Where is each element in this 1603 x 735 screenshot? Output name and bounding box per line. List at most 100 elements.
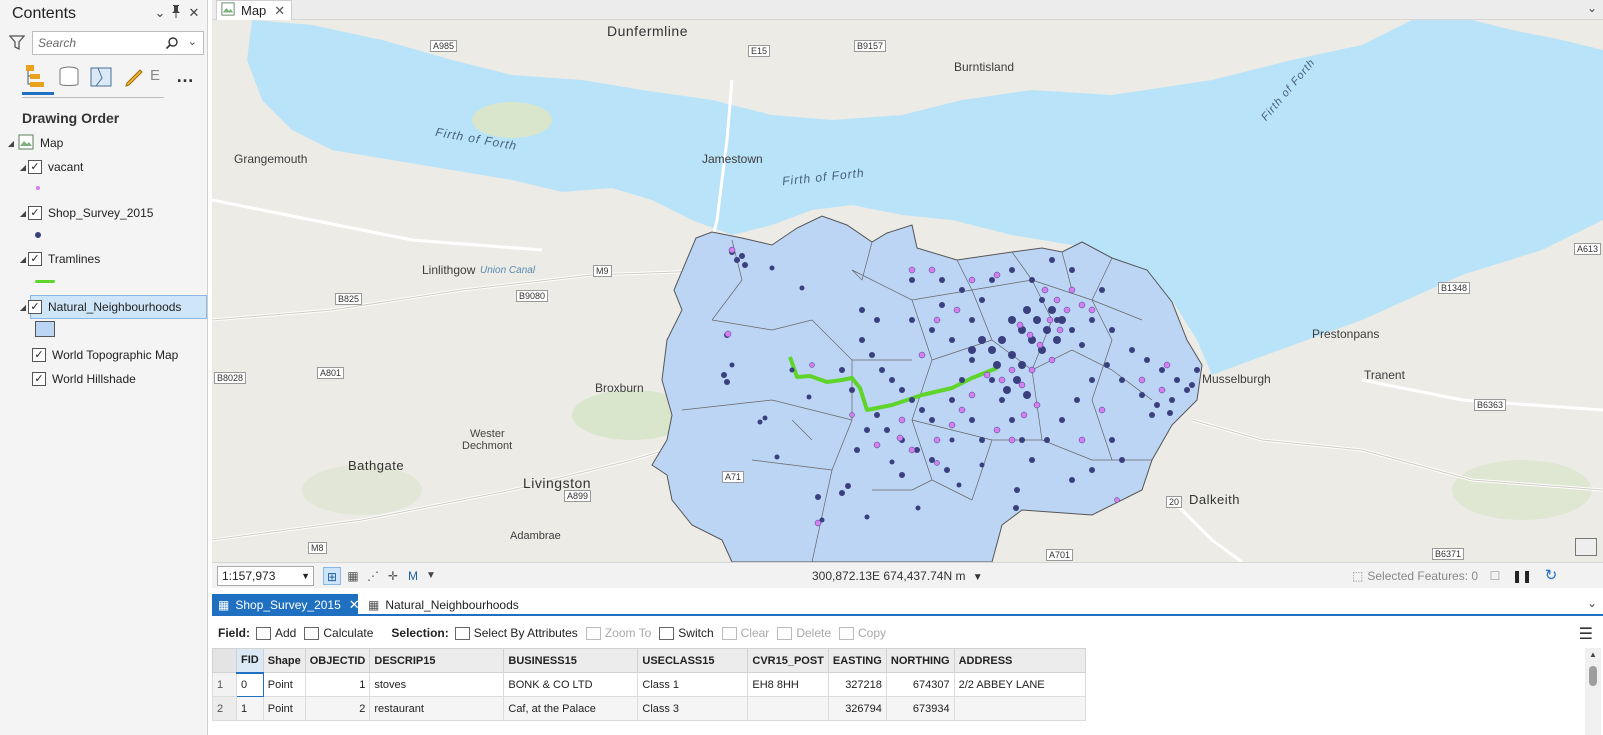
table-menu-icon[interactable]: ☰ — [1579, 624, 1593, 644]
refresh-icon[interactable]: ↻ — [1542, 567, 1560, 585]
cell-business15[interactable]: BONK & CO LTD — [503, 672, 639, 697]
switch-selection-button[interactable]: Switch — [659, 626, 714, 640]
navigation-mode-icon[interactable]: M — [404, 567, 422, 585]
layer-visibility-checkbox[interactable]: ✓ — [32, 372, 46, 386]
column-header[interactable]: EASTING — [827, 648, 887, 673]
toc-map-node[interactable]: ◢ Map — [6, 132, 63, 154]
zoom-to-button[interactable]: Zoom To — [585, 626, 651, 640]
cell-fid[interactable]: 0 — [236, 672, 264, 697]
grid-icon[interactable]: ▦ — [344, 567, 362, 585]
cell-useclass15[interactable]: Class 3 — [637, 696, 749, 721]
column-header[interactable]: Shape — [262, 648, 306, 673]
delete-button[interactable]: Delete — [777, 626, 831, 640]
cell-cvr15-post[interactable]: EH8 8HH — [747, 672, 829, 697]
drawing-order-tab-icon[interactable] — [22, 62, 54, 95]
column-header[interactable]: BUSINESS15 — [503, 648, 639, 673]
scroll-up-icon[interactable]: ▲ — [1589, 650, 1597, 659]
calculate-field-button[interactable]: Calculate — [304, 626, 373, 640]
pause-icon[interactable]: ❚❚ — [1512, 567, 1532, 585]
overview-toggle-icon[interactable] — [1575, 538, 1597, 556]
options-chevron-icon[interactable]: ⌄ — [152, 4, 168, 22]
cell-easting[interactable]: 326794 — [827, 696, 887, 721]
cell-shape[interactable]: Point — [262, 696, 306, 721]
filter-icon[interactable] — [8, 35, 26, 51]
cell-northing[interactable]: 674307 — [885, 672, 955, 697]
tab-natural-neighbourhoods-table[interactable]: ▦ Natural_Neighbourhoods — [362, 594, 532, 616]
search-icon[interactable] — [165, 36, 179, 53]
layer-visibility-checkbox[interactable]: ✓ — [32, 348, 46, 362]
clear-selection-button[interactable]: Clear — [721, 626, 769, 640]
copy-button[interactable]: Copy — [839, 626, 886, 640]
map-canvas[interactable] — [212, 20, 1603, 562]
column-header[interactable]: DESCRIP15 — [369, 648, 505, 673]
layer-row-vacant[interactable]: ◢ ✓ vacant — [18, 156, 83, 178]
more-options-icon[interactable]: … — [176, 66, 195, 87]
data-source-tab-icon[interactable] — [56, 62, 84, 94]
add-field-button[interactable]: Add — [256, 626, 296, 640]
snap-to-point-icon[interactable]: ✛ — [384, 567, 402, 585]
layer-row-natural-neighbourhoods[interactable]: ◢ ✓ Natural_Neighbourhoods — [18, 296, 181, 318]
layer-row-tramlines[interactable]: ◢ ✓ Tramlines — [18, 248, 100, 270]
layer-row-world-topographic[interactable]: ✓ World Topographic Map — [32, 344, 178, 366]
cell-address[interactable]: 2/2 ABBEY LANE — [953, 672, 1086, 697]
snapping-icon[interactable]: ⊞ — [323, 567, 341, 585]
column-header[interactable]: NORTHING — [885, 648, 955, 673]
pin-icon[interactable] — [168, 4, 184, 22]
cell-shape[interactable]: Point — [262, 672, 306, 697]
close-icon[interactable]: ✕ — [186, 4, 202, 22]
search-input[interactable] — [33, 32, 153, 54]
close-tab-icon[interactable]: ✕ — [274, 3, 285, 19]
layer-visibility-checkbox[interactable]: ✓ — [28, 300, 42, 314]
layer-visibility-checkbox[interactable]: ✓ — [28, 160, 42, 174]
collapse-triangle-icon[interactable]: ◢ — [6, 139, 16, 148]
tab-map[interactable]: Map ✕ — [216, 0, 292, 20]
map-view[interactable]: Dunfermline Burntisland Grangemouth Jame… — [212, 20, 1603, 562]
selected-features-count[interactable]: ⬚ Selected Features: 0 — [1352, 569, 1478, 583]
cell-fid[interactable]: 1 — [236, 696, 264, 721]
cell-objectid[interactable]: 1 — [304, 672, 371, 697]
cell-business15[interactable]: Caf, at the Palace — [503, 696, 639, 721]
chevron-down-icon[interactable]: ▼ — [973, 572, 983, 583]
select-all-corner[interactable] — [212, 648, 237, 673]
tab-shop-survey-table[interactable]: ▦ Shop_Survey_2015 ✕ — [212, 594, 360, 616]
constraints-icon[interactable]: ⋰ — [364, 567, 382, 585]
cell-objectid[interactable]: 2 — [304, 696, 371, 721]
scale-selector[interactable]: 1:157,973 ▼ — [217, 566, 314, 586]
cell-cvr15-post[interactable] — [747, 696, 829, 721]
collapse-triangle-icon[interactable]: ◢ — [18, 255, 28, 264]
cell-useclass15[interactable]: Class 1 — [637, 672, 749, 697]
layer-row-shop-survey[interactable]: ◢ ✓ Shop_Survey_2015 — [18, 202, 153, 224]
scrollbar-thumb[interactable] — [1589, 666, 1597, 686]
column-header[interactable]: FID — [236, 648, 264, 674]
search-options-chevron-icon[interactable]: ⌄ — [188, 35, 197, 48]
cell-address[interactable] — [953, 696, 1086, 721]
cell-easting[interactable]: 327218 — [827, 672, 887, 697]
editing-tab-icon[interactable] — [120, 62, 148, 94]
collapse-triangle-icon[interactable]: ◢ — [18, 209, 28, 218]
column-header[interactable]: OBJECTID — [304, 648, 371, 673]
layer-visibility-checkbox[interactable]: ✓ — [28, 252, 42, 266]
tab-list-chevron-icon[interactable]: ⌄ — [1587, 596, 1597, 610]
cell-descrip15[interactable]: restaurant — [369, 696, 505, 721]
column-header[interactable]: USECLASS15 — [637, 648, 749, 673]
table-row[interactable]: 1 0 Point 1 stoves BONK & CO LTD Class 1… — [212, 672, 1086, 697]
cell-descrip15[interactable]: stoves — [369, 672, 505, 697]
row-number[interactable]: 1 — [212, 672, 237, 697]
selection-tab-icon[interactable] — [88, 62, 116, 94]
select-by-attributes-button[interactable]: Select By Attributes — [454, 626, 578, 640]
tab-partial-label[interactable]: E — [150, 62, 164, 94]
layer-visibility-checkbox[interactable]: ✓ — [28, 206, 42, 220]
row-number[interactable]: 2 — [212, 696, 237, 721]
column-header[interactable]: ADDRESS — [953, 648, 1086, 673]
tab-list-chevron-icon[interactable]: ⌄ — [1587, 1, 1597, 15]
table-row[interactable]: 2 1 Point 2 restaurant Caf, at the Palac… — [212, 696, 1086, 721]
collapse-triangle-icon[interactable]: ◢ — [18, 303, 28, 312]
collapse-triangle-icon[interactable]: ◢ — [18, 163, 28, 172]
table-vertical-scrollbar[interactable]: ▲ — [1585, 648, 1601, 735]
clear-selection-icon[interactable]: ☐ — [1486, 567, 1504, 585]
chevron-down-icon[interactable]: ▼ — [422, 567, 440, 585]
cell-northing[interactable]: 673934 — [885, 696, 955, 721]
layer-row-world-hillshade[interactable]: ✓ World Hillshade — [32, 368, 136, 390]
search-field[interactable]: ⌄ — [32, 31, 204, 55]
chevron-down-icon[interactable]: ▼ — [301, 567, 310, 585]
